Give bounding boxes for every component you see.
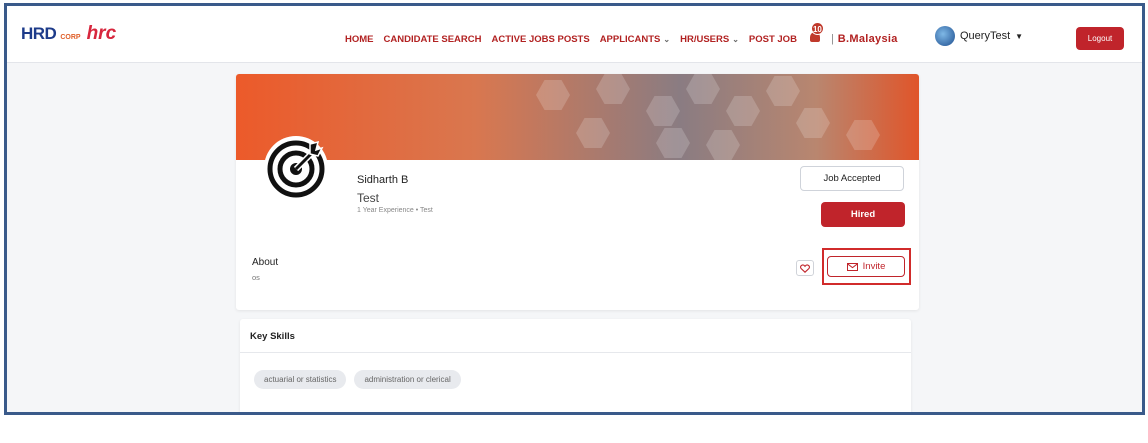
invite-label: Invite xyxy=(862,261,886,272)
candidate-meta: 1 Year Experience • Test xyxy=(357,207,433,214)
user-avatar-icon xyxy=(935,26,955,46)
nav-post-job[interactable]: POST JOB xyxy=(749,34,797,45)
chevron-down-icon: ⌄ xyxy=(732,34,739,44)
user-name: QueryTest xyxy=(960,30,1011,42)
nav-active-jobs-posts-label: ACTIVE JOBS POSTS xyxy=(491,33,590,45)
candidate-subtitle: Test xyxy=(357,191,380,205)
top-navbar: HRD CORP hrc HOME CANDIDATE SEARCH ACTIV… xyxy=(7,6,1142,63)
target-icon xyxy=(267,140,325,198)
profile-banner xyxy=(236,74,919,160)
key-skills-card: Key Skills actuarial or statistics admin… xyxy=(240,319,911,412)
nav-hr-users-label: HR/USERS xyxy=(680,33,730,45)
logo-partner-text: hrc xyxy=(86,23,117,44)
nav-home[interactable]: HOME xyxy=(345,34,374,45)
region-label: B.Malaysia xyxy=(837,33,898,45)
nav-candidate-search-label: CANDIDATE SEARCH xyxy=(383,33,482,45)
mail-icon xyxy=(846,262,858,271)
banner-hex-shape xyxy=(686,74,720,104)
logo[interactable]: HRD CORP hrc xyxy=(21,23,116,45)
hired-button[interactable]: Hired xyxy=(821,202,905,227)
banner-hex-shape xyxy=(706,130,740,160)
skill-chip: actuarial or statistics xyxy=(254,370,347,389)
logo-corp-text: CORP xyxy=(60,34,81,41)
app-frame: HRD CORP hrc HOME CANDIDATE SEARCH ACTIV… xyxy=(4,3,1145,415)
skill-chip: administration or clerical xyxy=(354,370,461,389)
banner-hex-shape xyxy=(576,118,610,148)
key-skills-heading: Key Skills xyxy=(240,319,911,353)
profile-avatar xyxy=(264,136,328,200)
banner-hex-shape xyxy=(766,76,800,106)
banner-hex-shape xyxy=(536,80,570,110)
nav-candidate-search[interactable]: CANDIDATE SEARCH xyxy=(384,34,482,45)
logout-button[interactable]: Logout xyxy=(1076,27,1124,50)
job-accepted-button[interactable]: Job Accepted xyxy=(800,166,904,191)
about-text: os xyxy=(252,273,260,282)
notifications-bell[interactable]: 10 xyxy=(807,22,824,44)
nav-applicants[interactable]: APPLICANTS ⌄ xyxy=(600,34,670,45)
logo-hrd-text: HRD xyxy=(21,24,57,43)
main-nav: HOME CANDIDATE SEARCH ACTIVE JOBS POSTS … xyxy=(345,22,898,47)
banner-hex-shape xyxy=(846,120,880,150)
favorite-button[interactable] xyxy=(796,260,814,276)
banner-hex-shape xyxy=(596,74,630,104)
invite-button[interactable]: Invite xyxy=(827,256,905,277)
heart-icon xyxy=(800,263,810,273)
banner-hex-shape xyxy=(656,128,690,158)
notification-badge: 10 xyxy=(810,22,824,35)
skills-chip-list: actuarial or statistics administration o… xyxy=(254,370,461,389)
user-menu[interactable]: QueryTest ▼ xyxy=(935,26,1023,46)
nav-active-jobs-posts[interactable]: ACTIVE JOBS POSTS xyxy=(492,34,590,45)
about-heading: About xyxy=(252,257,279,268)
caret-down-icon: ▼ xyxy=(1015,31,1024,41)
banner-hex-shape xyxy=(796,108,830,138)
nav-applicants-label: APPLICANTS xyxy=(599,33,661,45)
candidate-name: Sidharth B xyxy=(357,174,409,186)
nav-post-job-label: POST JOB xyxy=(748,33,797,45)
nav-home-label: HOME xyxy=(345,33,374,45)
profile-card: Sidharth B Test 1 Year Experience • Test… xyxy=(236,74,919,310)
banner-hex-shape xyxy=(726,96,760,126)
banner-hex-shape xyxy=(646,96,680,126)
nav-hr-users[interactable]: HR/USERS ⌄ xyxy=(680,34,739,45)
nav-separator: | xyxy=(830,33,834,45)
chevron-down-icon: ⌄ xyxy=(663,34,671,44)
